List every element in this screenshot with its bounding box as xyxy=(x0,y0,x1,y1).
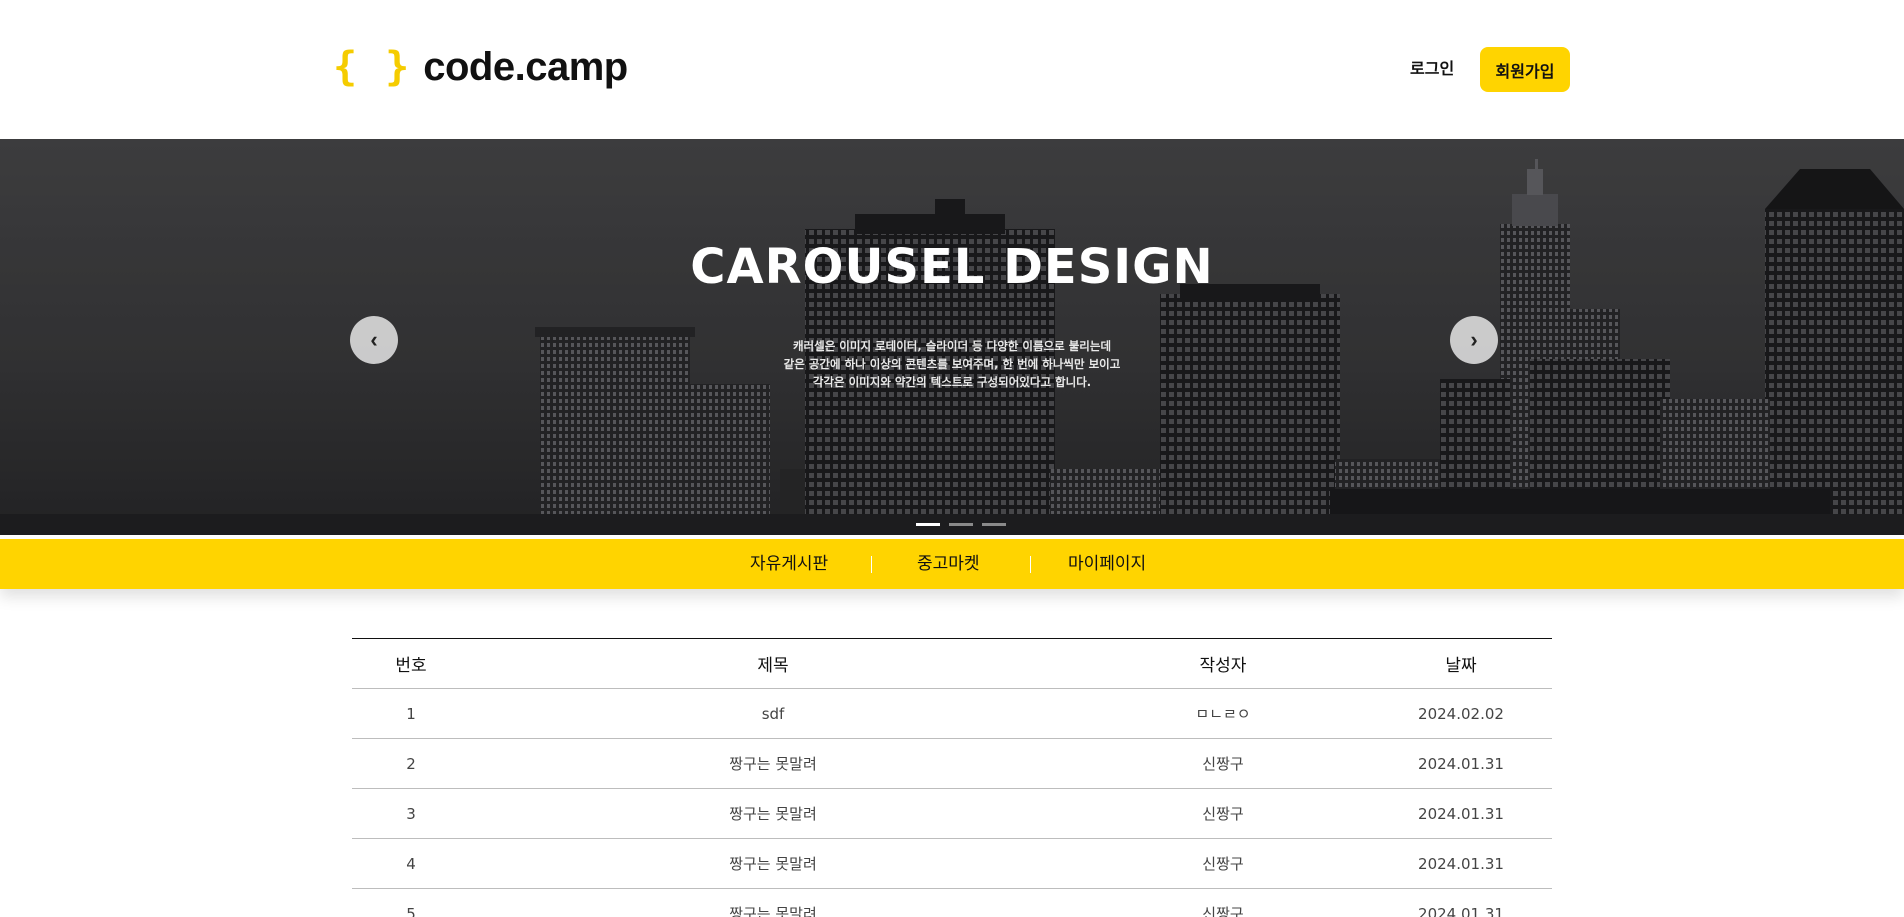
cell-title[interactable]: 짱구는 못말려 xyxy=(470,903,1076,917)
column-header-writer: 작성자 xyxy=(1199,656,1247,676)
carousel-dot-1[interactable] xyxy=(916,523,940,526)
carousel-description: 캐러셀은 이미지 로테이터, 슬라이더 등 다양한 이름으로 불리는데 같은 공… xyxy=(0,337,1904,391)
cell-number: 3 xyxy=(406,804,416,823)
header: { } code.camp 로그인 회원가입 xyxy=(0,0,1904,139)
cell-number: 4 xyxy=(406,854,416,873)
board-table: 번호 제목 작성자 날짜 1 sdf ㅁㄴㄹㅇ 2024.02.02 2 짱구는… xyxy=(352,638,1552,917)
login-link[interactable]: 로그인 xyxy=(1410,57,1454,81)
cell-writer: 신짱구 xyxy=(1202,755,1244,773)
cell-date: 2024.01.31 xyxy=(1418,804,1504,823)
carousel-dot-3[interactable] xyxy=(982,523,1006,526)
cell-writer: 신짱구 xyxy=(1202,855,1244,873)
nav-item-free-board[interactable]: 자유게시판 xyxy=(750,539,828,589)
cell-number: 5 xyxy=(406,904,416,917)
logo-brace-icon: { } xyxy=(333,44,412,90)
table-row[interactable]: 2 짱구는 못말려 신짱구 2024.01.31 xyxy=(352,739,1552,789)
cell-date: 2024.01.31 xyxy=(1418,754,1504,773)
cell-writer: 신짱구 xyxy=(1202,905,1244,917)
chevron-right-icon: › xyxy=(1470,327,1478,352)
carousel-description-line: 같은 공간에 하나 이상의 콘텐츠를 보여주며, 한 번에 하나씩만 보이고 xyxy=(783,357,1121,371)
cell-date: 2024.01.31 xyxy=(1418,854,1504,873)
carousel-dot-2[interactable] xyxy=(949,523,973,526)
carousel-description-line: 각각은 이미지와 약간의 텍스트로 구성되어있다고 합니다. xyxy=(812,375,1092,389)
cell-title[interactable]: 짱구는 못말려 xyxy=(470,803,1076,824)
cell-date: 2024.02.02 xyxy=(1418,704,1504,723)
logo-text: code.camp xyxy=(423,45,628,89)
nav-item-used-market[interactable]: 중고마켓 xyxy=(917,539,980,589)
logo[interactable]: { } code.camp xyxy=(333,44,628,90)
signup-button[interactable]: 회원가입 xyxy=(1480,47,1570,92)
cell-writer: 신짱구 xyxy=(1202,805,1244,823)
carousel-prev-button[interactable]: ‹ xyxy=(350,316,398,364)
cell-title[interactable]: 짱구는 못말려 xyxy=(470,853,1076,874)
table-row[interactable]: 5 짱구는 못말려 신짱구 2024.01.31 xyxy=(352,889,1552,917)
carousel: CAROUSEL DESIGN 캐러셀은 이미지 로테이터, 슬라이더 등 다양… xyxy=(0,139,1904,535)
column-header-date: 날짜 xyxy=(1445,656,1477,676)
cell-title[interactable]: sdf xyxy=(470,705,1076,723)
chevron-left-icon: ‹ xyxy=(370,327,378,352)
carousel-dots xyxy=(916,523,1006,526)
carousel-next-button[interactable]: › xyxy=(1450,316,1498,364)
main-nav: 자유게시판 중고마켓 마이페이지 xyxy=(0,539,1904,589)
cell-number: 2 xyxy=(406,754,416,773)
nav-divider xyxy=(1030,556,1031,573)
table-header-row: 번호 제목 작성자 날짜 xyxy=(352,639,1552,689)
table-row[interactable]: 3 짱구는 못말려 신짱구 2024.01.31 xyxy=(352,789,1552,839)
cell-date: 2024.01.31 xyxy=(1418,904,1504,917)
column-header-title: 제목 xyxy=(757,656,789,676)
carousel-description-line: 캐러셀은 이미지 로테이터, 슬라이더 등 다양한 이름으로 불리는데 xyxy=(792,339,1112,353)
nav-divider xyxy=(871,556,872,573)
cell-title[interactable]: 짱구는 못말려 xyxy=(470,753,1076,774)
cell-writer: ㅁㄴㄹㅇ xyxy=(1195,705,1251,723)
nav-item-my-page[interactable]: 마이페이지 xyxy=(1068,539,1146,589)
table-row[interactable]: 1 sdf ㅁㄴㄹㅇ 2024.02.02 xyxy=(352,689,1552,739)
cell-number: 1 xyxy=(406,704,416,723)
page: { } code.camp 로그인 회원가입 CAROUSEL DESIGN 캐… xyxy=(0,0,1904,917)
table-row[interactable]: 4 짱구는 못말려 신짱구 2024.01.31 xyxy=(352,839,1552,889)
carousel-title: CAROUSEL DESIGN xyxy=(690,239,1214,295)
column-header-number: 번호 xyxy=(395,656,427,676)
